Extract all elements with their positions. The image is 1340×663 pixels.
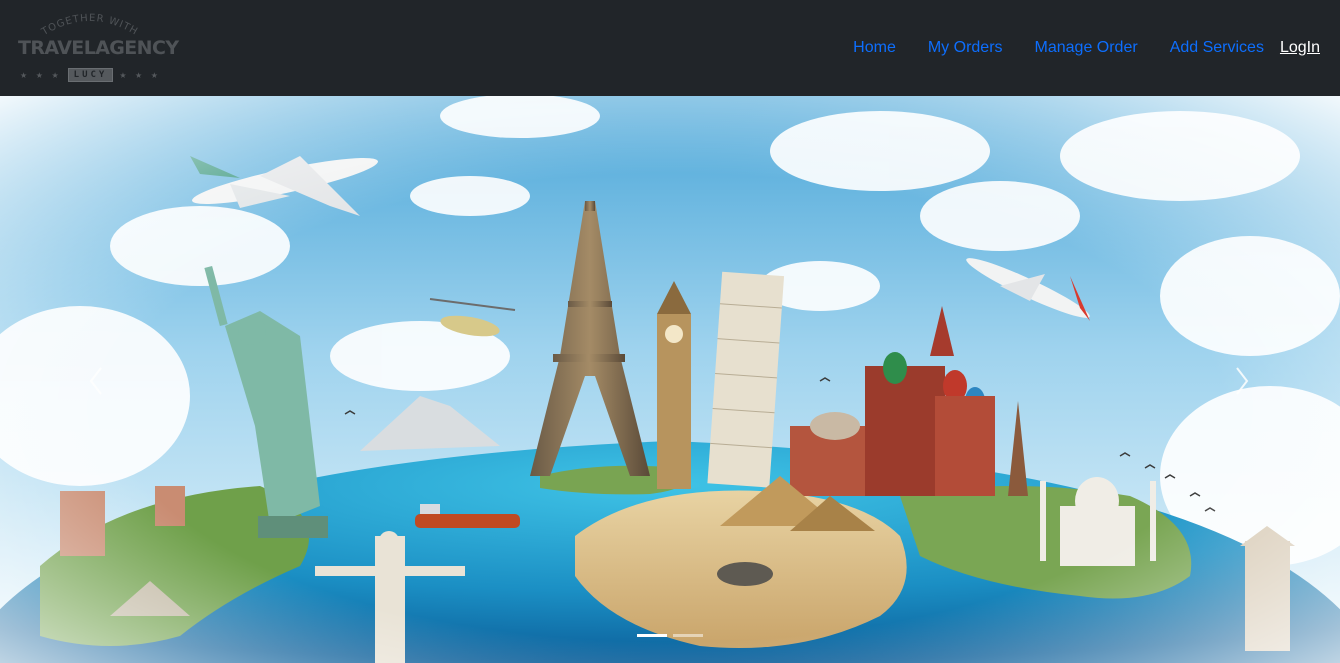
- svg-text:TOGETHER WITH: TOGETHER WITH: [39, 13, 140, 38]
- nav-link-add-services[interactable]: Add Services: [1154, 36, 1280, 60]
- brand-badge: LUCY: [67, 68, 114, 82]
- carousel-indicator-2[interactable]: [673, 634, 703, 637]
- navbar: TOGETHER WITH TRAVELAGENCY ★ ★ ★ LUCY ★ …: [0, 0, 1340, 96]
- carousel-indicator-1[interactable]: [637, 634, 667, 637]
- carousel-indicators: [0, 634, 1340, 640]
- brand-row: ★ ★ ★ LUCY ★ ★ ★: [18, 67, 163, 83]
- chevron-left-icon: [89, 367, 102, 395]
- nav-link-home[interactable]: Home: [837, 36, 912, 60]
- brand-logo[interactable]: TOGETHER WITH TRAVELAGENCY ★ ★ ★ LUCY ★ …: [18, 10, 179, 86]
- brand-name: TRAVELAGENCY: [18, 37, 179, 59]
- carousel-next-button[interactable]: [1212, 346, 1272, 416]
- chevron-right-icon: [1236, 367, 1249, 395]
- nav-links: Home My Orders Manage Order Add Services…: [837, 0, 1340, 96]
- stars-right-icon: ★ ★ ★: [119, 70, 161, 80]
- brand-arc-text: TOGETHER WITH: [39, 13, 140, 38]
- hero-travel-image: [0, 96, 1340, 663]
- nav-link-my-orders[interactable]: My Orders: [912, 36, 1019, 60]
- hero-carousel: [0, 96, 1340, 663]
- stars-left-icon: ★ ★ ★: [20, 70, 62, 80]
- carousel-prev-button[interactable]: [66, 346, 126, 416]
- nav-link-manage-order[interactable]: Manage Order: [1019, 36, 1154, 60]
- login-link[interactable]: LogIn: [1280, 36, 1340, 60]
